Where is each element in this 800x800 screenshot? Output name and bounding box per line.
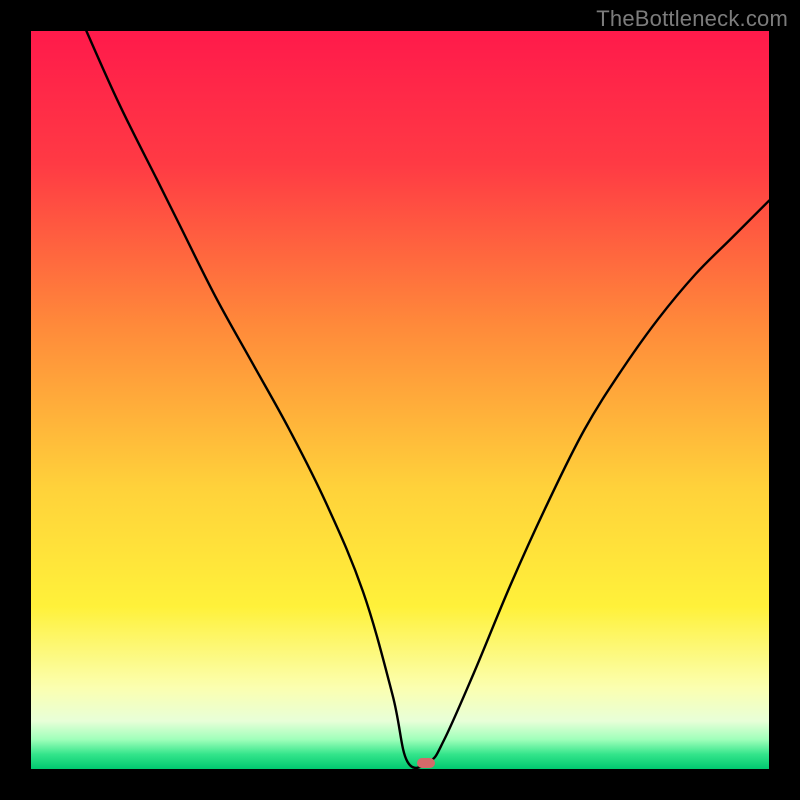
optimal-marker xyxy=(417,758,435,768)
plot-area xyxy=(31,31,769,769)
watermark-text: TheBottleneck.com xyxy=(596,6,788,32)
chart-stage: TheBottleneck.com xyxy=(0,0,800,800)
bottleneck-curve xyxy=(31,31,769,769)
